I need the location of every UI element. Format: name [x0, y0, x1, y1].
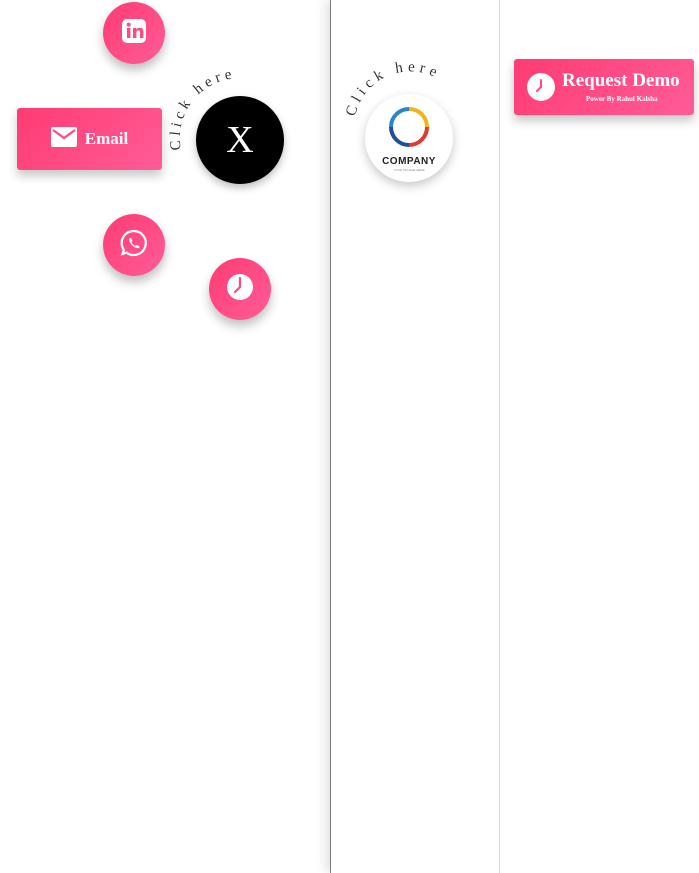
left-widget-panel: Email Click here X — [0, 0, 330, 873]
close-label: X — [226, 119, 254, 161]
request-demo-button[interactable]: Request Demo Power By Rahul Kalsha — [514, 59, 694, 115]
linkedin-button[interactable] — [103, 2, 165, 64]
whatsapp-icon — [119, 228, 149, 263]
company-name: COMPANY — [382, 155, 436, 167]
request-demo-title: Request Demo — [562, 70, 680, 91]
mail-icon — [50, 126, 77, 152]
right-widget-panel: Request Demo Power By Rahul Kalsha — [500, 0, 699, 873]
whatsapp-button[interactable] — [103, 214, 165, 276]
clock-icon — [527, 73, 555, 101]
request-demo-subtitle: Power By Rahul Kalsha — [586, 95, 658, 103]
close-button[interactable]: X — [196, 96, 284, 184]
linkedin-icon — [121, 18, 147, 49]
email-label: Email — [84, 129, 129, 148]
company-logo-icon — [387, 105, 431, 154]
company-logo-button[interactable]: COMPANY YOUR TAGLINE HERE — [365, 94, 453, 182]
clock-button[interactable] — [209, 258, 271, 320]
email-button[interactable]: Email — [17, 108, 162, 170]
clock-icon — [226, 273, 254, 306]
company-tagline: YOUR TAGLINE HERE — [393, 167, 425, 172]
